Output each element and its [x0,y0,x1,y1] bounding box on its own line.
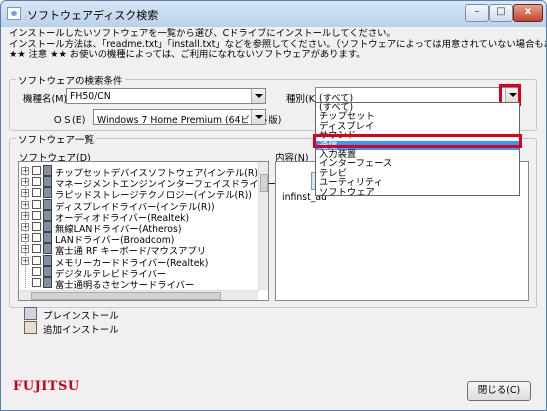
intro-text: インストールしたいソフトウェアを一覧から選び、Cドライブにインストールしてくださ… [9,28,546,61]
type-dropdown-list[interactable]: (すべて) チップセット ディスプレイ サウンド 通信 入力装置 インターフェース テレビ ユー… [315,102,520,196]
preinstall-icon [43,187,52,199]
item-checkbox[interactable] [32,188,41,198]
chevron-down-icon[interactable] [251,89,265,103]
close-icon: x [524,6,532,17]
preinstall-icon [43,198,52,210]
preinstall-icon [43,254,52,266]
expand-icon[interactable]: + [21,211,29,220]
software-list-label: ソフトウェア一覧 [16,132,97,146]
software-tree[interactable]: + チップセットデバイスソフトウェア(インテル(R)) + マネージメントエンジンイン… [18,161,321,301]
minimize-icon: – [474,6,480,17]
item-checkbox[interactable] [32,222,41,231]
item-checkbox[interactable] [32,233,41,243]
item-checkbox[interactable] [32,278,41,287]
title-bar[interactable]: ソフトウェアディスク検索 – □ x [1,1,546,27]
expand-icon[interactable]: + [21,245,29,254]
preinstall-icon [43,243,52,255]
expand-icon[interactable]: + [21,178,29,187]
tree-horizontal-scroll-thumb[interactable] [31,292,221,300]
tree-vertical-scroll-thumb[interactable] [260,174,268,192]
preinstall-icon [43,221,52,232]
type-label: 種別(K) [286,94,319,105]
expand-icon[interactable]: + [21,200,29,209]
item-checkbox[interactable] [32,255,41,265]
model-label: 機種名(M) [23,94,68,105]
item-checkbox[interactable] [32,166,41,175]
model-select[interactable]: FH50/CN [66,88,266,104]
maximize-button[interactable]: □ [489,4,513,22]
fujitsu-logo: FUJITSU [13,379,80,394]
model-select-value: FH50/CN [70,91,111,102]
expand-icon[interactable]: + [21,167,29,175]
preinstall-icon [43,209,52,221]
item-checkbox[interactable] [32,177,41,187]
selected-option-callout [313,134,522,148]
close-button[interactable]: 閉じる(C) [467,381,531,401]
tree-horizontal-scrollbar[interactable] [19,290,258,300]
item-checkbox[interactable] [32,210,41,220]
chevron-down-icon[interactable] [251,110,265,124]
preinstall-icon [43,265,52,277]
expand-icon[interactable]: + [21,234,29,243]
preinstall-icon [43,176,52,188]
preinstall-icon [24,307,37,320]
expand-icon[interactable]: + [21,223,29,231]
software-disk-search-window: ソフトウェアディスク検索 – □ x インストールしたいソフトウェアを一覧から選… [0,0,547,411]
software-item-label: 富士通明るさセンサードライバー [55,280,195,291]
app-icon [7,7,21,20]
expand-icon[interactable]: + [21,256,29,265]
item-checkbox[interactable] [32,199,41,209]
maximize-icon: □ [496,6,506,17]
preinstall-icon [43,277,52,288]
intro-line-3: ★★ 注意 ★★ お使いの機種によっては、ご利用になれないソフトウェアがあります… [9,49,366,60]
preinstall-legend: プレインストール [43,311,119,322]
os-select[interactable]: Windows 7 Home Premium (64ビット版) [93,109,281,126]
item-checkbox[interactable] [32,244,41,254]
window-title: ソフトウェアディスク検索 [27,9,159,22]
expand-icon[interactable]: + [21,189,29,198]
type-select[interactable]: (すべて) [315,87,520,104]
preinstall-icon [43,232,52,244]
search-conditions-label: ソフトウェアの検索条件 [16,73,125,87]
os-label: ＯＳ(E) [53,115,86,126]
additional-install-legend: 追加インストール [43,325,119,336]
preinstall-icon [43,165,52,176]
intro-line-1: インストールしたいソフトウェアを一覧から選び、Cドライブにインストールしてくださ… [9,28,396,39]
type-option[interactable]: ソフトウェア [316,187,519,195]
additional-install-icon [24,321,37,334]
minimize-button[interactable]: – [465,4,489,22]
item-checkbox[interactable] [32,266,41,276]
close-window-button[interactable]: x [513,4,543,22]
tree-vertical-scrollbar[interactable] [258,162,268,290]
